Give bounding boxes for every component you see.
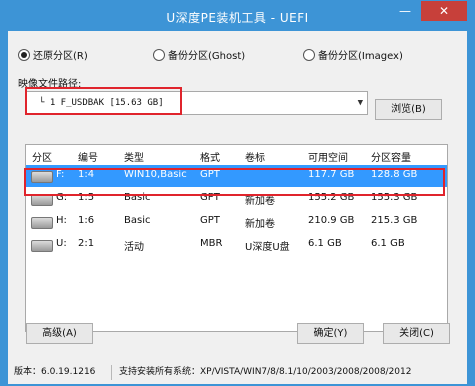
column-header[interactable]: 卷标 — [245, 149, 265, 164]
cell-capacity: 6.1 GB — [371, 238, 405, 249]
version-text: 版本：6.0.19.1216 — [14, 367, 96, 377]
backup-ghost-radio[interactable]: 备份分区(Ghost) — [153, 49, 245, 65]
restore-partition-radio[interactable]: 还原分区(R) — [18, 49, 88, 65]
radio-unselected-icon — [153, 49, 165, 61]
chevron-down-icon[interactable]: ▼ — [358, 92, 363, 114]
highlight-box-row — [24, 168, 445, 196]
column-header[interactable]: 分区容量 — [371, 149, 411, 164]
column-header[interactable]: 格式 — [200, 149, 220, 164]
installer-window: U深度PE装机工具 - UEFI — ✕ 还原分区(R) 备份分区(Ghost)… — [0, 0, 475, 386]
supported-systems-text: 支持安装所有系统：XP/VISTA/WIN7/8/8.1/10/2003/200… — [119, 367, 412, 377]
browse-button[interactable]: 浏览(B) — [375, 99, 442, 120]
status-divider — [111, 365, 112, 380]
main-panel: 还原分区(R) 备份分区(Ghost) 备份分区(Imagex) 映像文件路径:… — [8, 31, 467, 361]
drive-icon — [31, 217, 53, 229]
cell-label: 新加卷 — [245, 219, 275, 230]
backup-imagex-radio[interactable]: 备份分区(Imagex) — [303, 49, 403, 65]
title-bar: U深度PE装机工具 - UEFI — ✕ — [1, 1, 474, 31]
table-row[interactable]: U: 2:1 活动 MBR U深度U盘 6.1 GB 6.1 GB — [26, 234, 447, 256]
highlight-box-path — [25, 87, 182, 115]
cell-type: 活动 — [124, 242, 144, 253]
column-header[interactable]: 可用空间 — [308, 149, 348, 164]
ok-button[interactable]: 确定(Y) — [297, 323, 364, 344]
minimize-button[interactable]: — — [391, 1, 419, 21]
close-window-button[interactable]: ✕ — [421, 1, 467, 21]
column-header[interactable]: 编号 — [78, 149, 98, 164]
cell-format: GPT — [200, 215, 220, 226]
advanced-button[interactable]: 高级(A) — [26, 323, 93, 344]
table-header: 分区 编号 类型 格式 卷标 可用空间 分区容量 — [26, 145, 447, 164]
cell-capacity: 215.3 GB — [371, 215, 418, 226]
cell-number: 1:6 — [78, 215, 95, 226]
cell-free: 6.1 GB — [308, 238, 342, 249]
cell-format: MBR — [200, 238, 223, 249]
cell-partition: H: — [56, 215, 67, 226]
column-header[interactable]: 分区 — [32, 149, 52, 164]
cell-type: Basic — [124, 215, 151, 226]
status-bar: 版本：6.0.19.1216 支持安装所有系统：XP/VISTA/WIN7/8/… — [8, 361, 467, 384]
close-button[interactable]: 关闭(C) — [383, 323, 450, 344]
table-row[interactable]: H: 1:6 Basic GPT 新加卷 210.9 GB 215.3 GB — [26, 211, 447, 233]
cell-number: 2:1 — [78, 238, 95, 249]
restore-partition-label: 还原分区(R) — [33, 51, 88, 62]
cell-free: 210.9 GB — [308, 215, 355, 226]
column-header[interactable]: 类型 — [124, 149, 144, 164]
cell-label: U深度U盘 — [245, 242, 290, 253]
cell-partition: U: — [56, 238, 67, 249]
usb-drive-icon — [31, 240, 53, 252]
radio-unselected-icon — [303, 49, 315, 61]
radio-selected-icon — [18, 49, 30, 61]
backup-imagex-label: 备份分区(Imagex) — [318, 51, 403, 62]
backup-ghost-label: 备份分区(Ghost) — [168, 51, 246, 62]
